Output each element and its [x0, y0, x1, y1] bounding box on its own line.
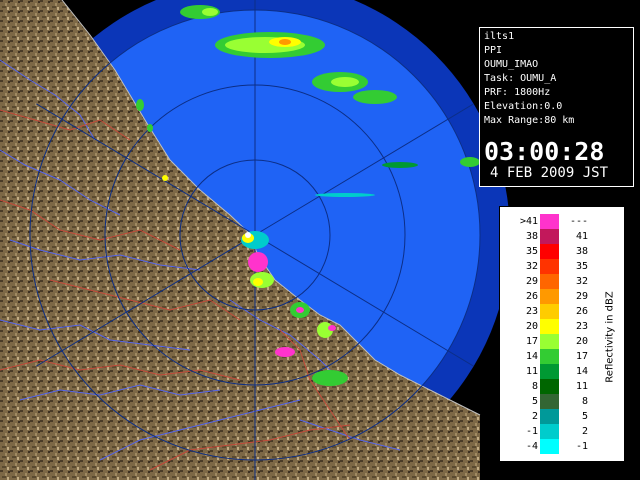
info-max-range: Max Range:80 km [484, 115, 575, 126]
legend-row: 2 5 [500, 409, 624, 424]
legend-swatch [540, 304, 559, 319]
legend-swatch [540, 424, 559, 439]
legend-title-text: Reflectivity in dBZ [604, 291, 616, 383]
legend-row: -4 -1 [500, 439, 624, 454]
legend-low-value: 11 [525, 366, 538, 377]
legend-high-value: 5 [581, 411, 588, 422]
legend-high-value: 32 [575, 276, 588, 287]
legend-high-value: 41 [575, 231, 588, 242]
legend-low-value: 23 [525, 306, 538, 317]
reflectivity-legend: >41 --- 38 41 35 38 32 35 29 32 26 29 23… [499, 206, 625, 462]
legend-high-value: 14 [575, 366, 588, 377]
legend-swatch [540, 214, 559, 229]
legend-row: 35 38 [500, 244, 624, 259]
legend-swatch [540, 364, 559, 379]
legend-row: >41 --- [500, 214, 624, 229]
legend-high-value: 26 [575, 306, 588, 317]
legend-low-value: 32 [525, 261, 538, 272]
info-task: Task: OUMU_A [484, 73, 557, 84]
legend-swatch [540, 334, 559, 349]
info-prf: PRF: 1800Hz [484, 87, 551, 98]
info-panel: ilts1 PPI OUMU_IMAO Task: OUMU_A PRF: 18… [479, 27, 634, 187]
legend-low-value: 26 [525, 291, 538, 302]
legend-low-value: 14 [525, 351, 538, 362]
legend-swatch [540, 244, 559, 259]
legend-low-value: 8 [531, 381, 538, 392]
legend-low-value: 17 [525, 336, 538, 347]
info-time: 03:00:28 [484, 137, 605, 166]
legend-swatch [540, 274, 559, 289]
info-elevation: Elevation:0.0 [484, 101, 563, 112]
legend-low-value: 29 [525, 276, 538, 287]
legend-low-value: -4 [525, 441, 538, 452]
legend-low-value: >41 [519, 216, 538, 227]
legend-swatch [540, 229, 559, 244]
legend-high-value: 11 [575, 381, 588, 392]
legend-row: 38 41 [500, 229, 624, 244]
legend-low-value: 5 [531, 396, 538, 407]
radar-site-marker [245, 232, 251, 238]
legend-low-value: 2 [531, 411, 538, 422]
legend-high-value: 17 [575, 351, 588, 362]
legend-high-value: 23 [575, 321, 588, 332]
info-site-name: ilts1 [484, 31, 515, 42]
legend-row: -1 2 [500, 424, 624, 439]
legend-swatch [540, 409, 559, 424]
legend-low-value: 20 [525, 321, 538, 332]
legend-high-value: 2 [581, 426, 588, 437]
legend-high-value: 8 [581, 396, 588, 407]
legend-low-value: 35 [525, 246, 538, 257]
legend-swatch [540, 319, 559, 334]
legend-high-value: --- [569, 216, 588, 227]
info-date: 4 FEB 2009 JST [490, 165, 609, 181]
legend-high-value: -1 [575, 441, 588, 452]
legend-swatch [540, 379, 559, 394]
legend-low-value: -1 [525, 426, 538, 437]
legend-swatch [540, 349, 559, 364]
info-station: OUMU_IMAO [484, 59, 539, 70]
legend-high-value: 20 [575, 336, 588, 347]
legend-high-value: 38 [575, 246, 588, 257]
legend-swatch [540, 439, 559, 454]
legend-low-value: 38 [525, 231, 538, 242]
legend-swatch [540, 394, 559, 409]
legend-swatch [540, 259, 559, 274]
legend-high-value: 35 [575, 261, 588, 272]
legend-swatch [540, 289, 559, 304]
legend-title: Reflectivity in dBZ [600, 267, 620, 407]
info-product: PPI [484, 45, 503, 56]
legend-high-value: 29 [575, 291, 588, 302]
